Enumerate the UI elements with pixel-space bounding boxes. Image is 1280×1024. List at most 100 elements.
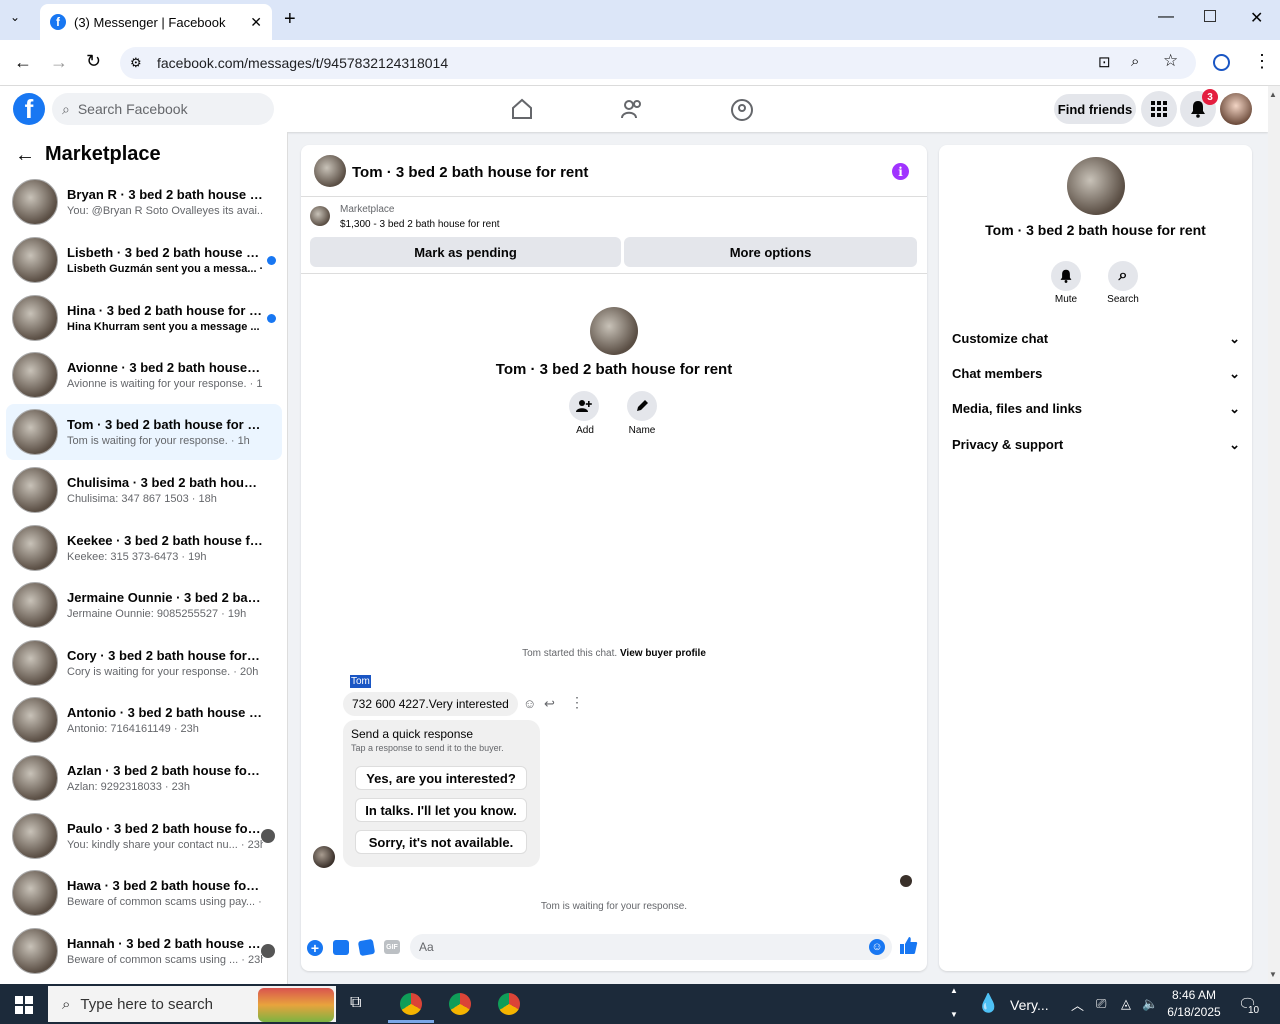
sender-avatar[interactable] (313, 846, 335, 868)
reply-icon[interactable]: ↩ (544, 696, 555, 712)
maximize-icon[interactable] (1204, 10, 1216, 22)
gif-icon[interactable]: GIF (384, 940, 400, 954)
back-icon[interactable]: ← (14, 52, 32, 73)
conversation-item[interactable]: Jermaine Ounnie · 3 bed 2 bath ho... Jerm… (6, 577, 282, 633)
details-avatar[interactable] (1067, 157, 1125, 215)
add-person-icon[interactable] (569, 391, 599, 421)
browser-menu-icon[interactable]: ⋮ (1253, 51, 1271, 72)
chrome-taskbar-icon[interactable] (400, 993, 422, 1015)
mark-pending-button[interactable]: Mark as pending (310, 237, 621, 267)
mute-bell-icon[interactable] (1051, 261, 1081, 291)
clock-time[interactable]: 8:46 AM (1162, 988, 1226, 1002)
network-icon[interactable]: ◬ (1121, 996, 1131, 1012)
pencil-icon[interactable] (627, 391, 657, 421)
profile-icon[interactable] (1213, 54, 1230, 71)
conversation-avatar (12, 237, 58, 283)
like-icon[interactable] (899, 936, 918, 955)
conversation-item[interactable]: Paulo · 3 bed 2 bath house for r... You: … (6, 808, 282, 864)
task-view-icon[interactable]: ⧉ (350, 994, 361, 1012)
conversation-item[interactable]: Antonio · 3 bed 2 bath house for r... Ant… (6, 692, 282, 748)
window-close-icon[interactable]: ✕ (1250, 8, 1263, 28)
tab-close-icon[interactable]: ✕ (250, 14, 262, 31)
conversation-item[interactable]: Hawa · 3 bed 2 bath house for rent Beware… (6, 865, 282, 921)
conversation-item[interactable]: Tom · 3 bed 2 bath house for rent Tom is … (6, 404, 282, 460)
clock-date[interactable]: 6/18/2025 (1162, 1005, 1226, 1019)
conversation-item[interactable]: Bryan R · 3 bed 2 bath house for r... You… (6, 174, 282, 230)
listing-label: Marketplace (340, 204, 395, 215)
facebook-logo-icon[interactable]: f (13, 93, 45, 125)
emoji-icon[interactable]: ☺ (869, 939, 885, 955)
search-input[interactable]: ⌕ Search Facebook (52, 93, 274, 125)
weather-text[interactable]: Very... (1010, 997, 1049, 1013)
quick-response-yes-button[interactable]: Yes, are you interested? (355, 766, 527, 790)
chat-header-title[interactable]: Tom · 3 bed 2 bath house for rent (352, 164, 588, 181)
zoom-icon[interactable]: ⌕ (1131, 53, 1139, 70)
page-scrollbar[interactable] (1268, 86, 1280, 984)
conversation-text: Bryan R · 3 bed 2 bath house for r... You… (67, 187, 263, 217)
sticker-icon[interactable] (357, 938, 376, 957)
volume-icon[interactable]: 🔈 (1142, 996, 1158, 1012)
tray-overflow-icon[interactable]: ︿ (1071, 995, 1084, 1014)
info-icon[interactable]: i (892, 163, 909, 180)
forward-icon[interactable]: → (50, 52, 68, 73)
privacy-support-section[interactable]: Privacy & support ⌄ (952, 437, 1240, 453)
account-avatar[interactable] (1220, 93, 1252, 125)
meet-icon[interactable]: ⎚ (1096, 996, 1106, 1012)
customize-chat-section[interactable]: Customize chat ⌄ (952, 331, 1240, 347)
chrome-profile-2-icon[interactable] (449, 993, 471, 1015)
conversation-title: Hawa · 3 bed 2 bath house for rent (67, 878, 263, 893)
minimize-icon[interactable]: — (1158, 8, 1174, 26)
view-buyer-profile-link[interactable]: View buyer profile (620, 648, 706, 659)
friends-icon[interactable] (620, 98, 644, 120)
mute-label[interactable]: Mute (1046, 294, 1086, 305)
photo-icon[interactable] (333, 940, 349, 955)
conversation-item[interactable]: Hannah · 3 bed 2 bath house for... Beware… (6, 923, 282, 979)
quick-response-sorry-button[interactable]: Sorry, it's not available. (355, 830, 527, 854)
url-text[interactable]: facebook.com/messages/t/9457832124318014 (157, 55, 448, 71)
chat-details-panel (939, 145, 1252, 971)
media-files-section[interactable]: Media, files and links ⌄ (952, 401, 1240, 417)
back-arrow-icon[interactable]: ← (15, 144, 35, 167)
conversation-item[interactable]: Chulisima · 3 bed 2 bath house for... Chu… (6, 462, 282, 518)
message-bubble[interactable]: 732 600 4227.Very interested (343, 692, 518, 716)
conversation-item[interactable]: Hina · 3 bed 2 bath house for rent Hina K… (6, 290, 282, 346)
message-more-icon[interactable]: ⋮ (570, 694, 584, 711)
scroll-down-icon[interactable]: ▼ (1269, 970, 1277, 979)
tray-scroll-up-icon[interactable]: ▲ (950, 986, 958, 995)
chrome-profile-3-icon[interactable] (498, 993, 520, 1015)
quick-response-talks-button[interactable]: In talks. I'll let you know. (355, 798, 527, 822)
tab-search-icon[interactable]: ⌄ (10, 10, 20, 24)
windows-start-icon[interactable] (15, 996, 33, 1014)
message-input[interactable]: Aa (410, 934, 892, 960)
listing-thumbnail[interactable] (310, 206, 330, 226)
react-icon[interactable]: ☺ (523, 696, 536, 711)
search-label[interactable]: Search (1103, 294, 1143, 305)
groups-icon[interactable] (730, 98, 754, 122)
chat-profile-avatar[interactable] (590, 307, 638, 355)
conversation-item[interactable]: Cory · 3 bed 2 bath house for rent Cory i… (6, 635, 282, 691)
conversation-item[interactable]: Azlan · 3 bed 2 bath house for rent Azlan… (6, 750, 282, 806)
conversation-title: Hina · 3 bed 2 bath house for rent (67, 303, 263, 318)
menu-grid-icon[interactable] (1141, 91, 1177, 127)
bookmark-star-icon[interactable]: ☆ (1163, 51, 1178, 71)
more-options-button[interactable]: More options (624, 237, 917, 267)
listing-detail[interactable]: $1,300 - 3 bed 2 bath house for rent (340, 219, 500, 230)
conversation-item[interactable]: Avionne · 3 bed 2 bath house for r... Avi… (6, 347, 282, 403)
new-tab-icon[interactable]: + (284, 8, 296, 31)
plus-icon[interactable]: + (307, 940, 323, 956)
conversation-item[interactable]: Lisbeth · 3 bed 2 bath house for ... Lisb… (6, 232, 282, 288)
reload-icon[interactable]: ↻ (86, 51, 101, 72)
browser-tab[interactable]: f (3) Messenger | Facebook ✕ (40, 4, 272, 40)
chat-members-section[interactable]: Chat members ⌄ (952, 366, 1240, 382)
tray-scroll-down-icon[interactable]: ▼ (950, 1010, 958, 1019)
install-app-icon[interactable]: ⊡ (1098, 53, 1111, 71)
weather-drop-icon[interactable]: 💧 (977, 993, 999, 1014)
conversation-item[interactable]: Keekee · 3 bed 2 bath house for rent Keek… (6, 520, 282, 576)
find-friends-button[interactable]: Find friends (1054, 94, 1136, 124)
chat-header-avatar[interactable] (314, 155, 346, 187)
search-chat-icon[interactable]: ⌕ (1108, 261, 1138, 291)
site-info-icon[interactable]: ⚙ (130, 55, 142, 71)
home-icon[interactable] (510, 98, 534, 120)
scroll-up-icon[interactable]: ▲ (1269, 90, 1277, 99)
chevron-down-icon: ⌄ (1229, 331, 1240, 346)
